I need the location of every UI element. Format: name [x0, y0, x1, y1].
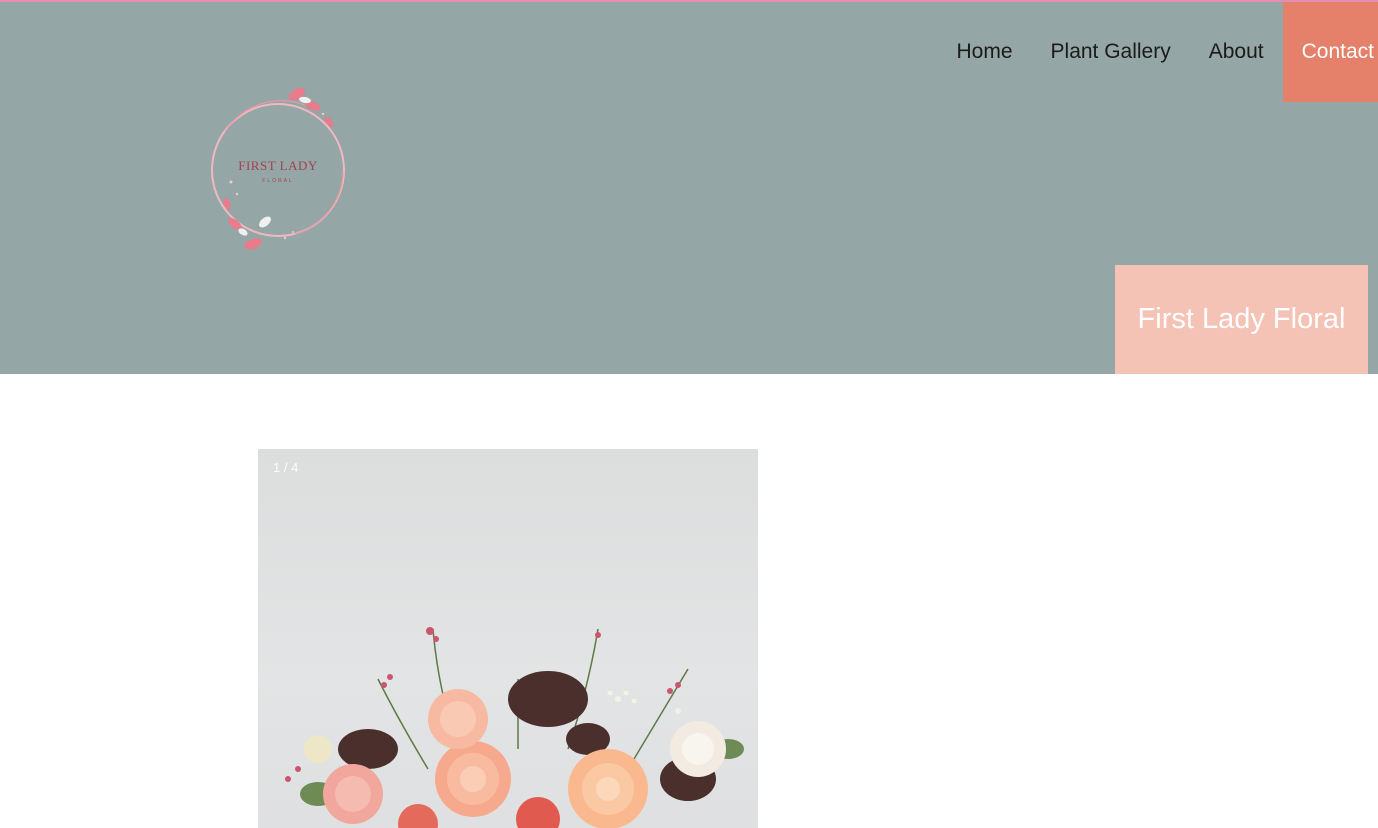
image-slideshow[interactable]: 1 / 4 — [258, 449, 758, 828]
site-header: Home Plant Gallery About Contact FIRST L… — [0, 2, 1378, 374]
site-logo[interactable]: FIRST LADY FLORAL — [205, 82, 355, 262]
main-nav: Home Plant Gallery About Contact — [937, 2, 1378, 102]
nav-about-link[interactable]: About — [1190, 2, 1283, 102]
nav-contact-link[interactable]: Contact — [1282, 2, 1378, 102]
slide-counter: 1 / 4 — [273, 460, 299, 475]
logo-name: FIRST LADY — [238, 158, 318, 173]
site-title-block: First Lady Floral — [1115, 265, 1368, 374]
logo-subtitle: FLORAL — [262, 178, 294, 184]
flower-bouquet-image — [285, 627, 744, 828]
nav-home-link[interactable]: Home — [937, 2, 1031, 102]
site-title: First Lady Floral — [1137, 303, 1346, 335]
nav-plant-gallery-link[interactable]: Plant Gallery — [1032, 2, 1190, 102]
